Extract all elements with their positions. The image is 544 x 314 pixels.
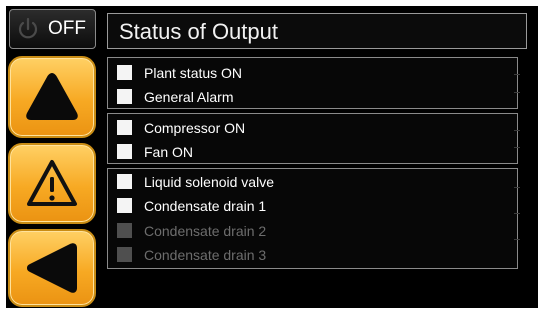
triangle-left-icon bbox=[27, 243, 77, 293]
status-indicator bbox=[117, 223, 132, 238]
power-state-label: OFF bbox=[48, 18, 86, 39]
status-indicator bbox=[117, 89, 132, 104]
triangle-up-icon bbox=[26, 73, 78, 120]
back-button[interactable] bbox=[8, 229, 96, 307]
tick-mark bbox=[514, 147, 520, 148]
tick-mark bbox=[514, 130, 520, 131]
page-title-bar: Status of Output bbox=[107, 13, 527, 49]
status-indicator bbox=[117, 120, 132, 135]
output-group-1: Plant status ON General Alarm bbox=[107, 57, 520, 109]
power-off-button[interactable]: OFF bbox=[9, 9, 96, 49]
output-label: Liquid solenoid valve bbox=[144, 174, 274, 190]
output-label: Condensate drain 2 bbox=[144, 223, 267, 239]
status-indicator bbox=[117, 198, 132, 213]
tick-mark bbox=[514, 92, 520, 93]
power-icon bbox=[18, 17, 38, 39]
output-label: Compressor ON bbox=[144, 120, 246, 136]
tick-mark bbox=[514, 239, 520, 240]
status-indicator bbox=[117, 174, 132, 189]
page-title: Status of Output bbox=[119, 19, 278, 44]
output-group-2: Compressor ON Fan ON bbox=[107, 113, 520, 164]
status-indicator bbox=[117, 65, 132, 80]
tick-mark bbox=[514, 213, 520, 214]
status-indicator bbox=[117, 247, 132, 262]
warning-icon bbox=[27, 160, 77, 206]
output-label: Fan ON bbox=[144, 144, 194, 160]
output-label: Condensate drain 1 bbox=[144, 198, 267, 214]
status-indicator bbox=[117, 144, 132, 159]
tick-mark bbox=[514, 74, 520, 75]
output-label: General Alarm bbox=[144, 89, 234, 105]
output-label: Condensate drain 3 bbox=[144, 247, 267, 263]
alarm-button[interactable] bbox=[8, 143, 96, 224]
output-label: Plant status ON bbox=[144, 65, 243, 81]
output-group-3: Liquid solenoid valve Condensate drain 1… bbox=[107, 168, 520, 269]
scroll-up-button[interactable] bbox=[8, 56, 96, 138]
tick-mark bbox=[514, 187, 520, 188]
